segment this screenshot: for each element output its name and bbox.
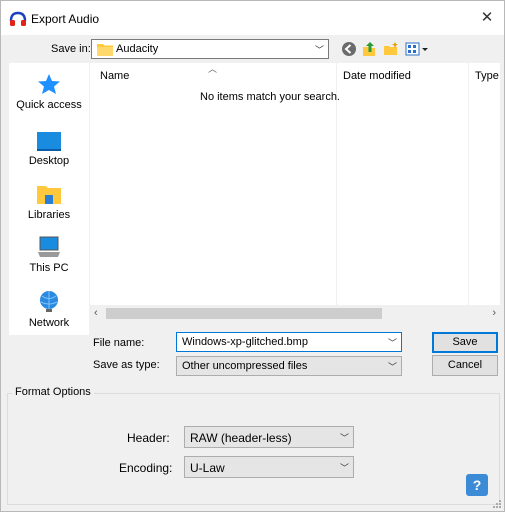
encoding-label: Encoding: [119, 461, 173, 475]
save-in-dropdown[interactable]: Audacity ﹀ [91, 39, 329, 59]
audacity-headphones-icon [9, 11, 27, 26]
place-label: This PC [29, 262, 69, 274]
place-label: Desktop [28, 155, 70, 167]
resize-grip-icon[interactable] [492, 499, 502, 509]
file-name-label: File name: [93, 337, 145, 349]
place-desktop[interactable]: Desktop [9, 131, 89, 167]
chevron-down-icon: ﹀ [314, 45, 324, 55]
new-folder-icon[interactable] [383, 41, 399, 57]
chevron-down-icon[interactable]: ﹀ [388, 336, 397, 349]
scroll-left-icon[interactable]: ‹ [94, 307, 98, 319]
places-bar: Quick access Desktop Libraries This PC N… [9, 63, 89, 335]
help-icon: ? [472, 477, 482, 493]
libraries-icon [37, 186, 61, 204]
chevron-down-icon: ﹀ [339, 433, 349, 443]
file-list[interactable]: Name ︿ Date modified Type No items match… [90, 63, 500, 322]
save-as-type-label: Save as type: [93, 359, 160, 371]
column-header-type[interactable]: Type [475, 70, 499, 82]
place-label: Network [28, 317, 70, 329]
save-as-type-dropdown[interactable]: Other uncompressed files ﹀ [176, 356, 402, 376]
quick-access-icon [38, 74, 60, 94]
scrollbar-thumb[interactable] [106, 308, 382, 319]
network-icon [40, 291, 58, 312]
empty-message: No items match your search. [200, 91, 340, 103]
format-options-group: Format Options Header: RAW (header-less)… [7, 386, 500, 505]
column-header-name[interactable]: Name [100, 70, 129, 82]
chevron-down-icon: ﹀ [339, 463, 349, 473]
file-name-input[interactable]: Windows-xp-glitched.bmp ﹀ [176, 332, 402, 352]
encoding-value: U-Law [190, 461, 225, 475]
file-name-value: Windows-xp-glitched.bmp [182, 336, 308, 348]
column-divider [468, 63, 469, 322]
desktop-icon [37, 132, 61, 151]
view-menu-icon[interactable] [405, 41, 429, 57]
header-dropdown[interactable]: RAW (header-less) ﹀ [184, 426, 354, 448]
place-quick-access[interactable]: Quick access [9, 73, 89, 111]
save-button[interactable]: Save [432, 332, 498, 353]
save-as-type-value: Other uncompressed files [182, 360, 308, 372]
save-in-label: Save in: [51, 43, 91, 55]
help-button[interactable]: ? [466, 474, 488, 496]
folder-icon [97, 44, 113, 56]
window-title: Export Audio [31, 12, 100, 26]
cancel-button[interactable]: Cancel [432, 355, 498, 376]
up-folder-icon[interactable] [361, 41, 377, 57]
header-value: RAW (header-less) [190, 431, 292, 445]
sort-indicator-icon: ︿ [208, 64, 218, 74]
format-options-title: Format Options [12, 386, 94, 398]
place-label: Libraries [27, 209, 71, 221]
this-pc-icon [38, 236, 60, 257]
chevron-down-icon: ﹀ [387, 362, 397, 372]
place-this-pc[interactable]: This PC [9, 236, 89, 274]
place-network[interactable]: Network [9, 289, 89, 329]
save-in-value: Audacity [116, 43, 159, 55]
close-button[interactable]: ✕ [470, 1, 504, 35]
place-libraries[interactable]: Libraries [9, 183, 89, 221]
column-header-date-modified[interactable]: Date modified [343, 70, 411, 82]
scroll-right-icon[interactable]: › [492, 307, 496, 319]
export-audio-dialog: Export Audio ✕ Save in: Audacity ﹀ Quick… [0, 0, 505, 512]
encoding-dropdown[interactable]: U-Law ﹀ [184, 456, 354, 478]
horizontal-scrollbar[interactable]: ‹ › [90, 305, 500, 322]
place-label: Quick access [16, 99, 82, 111]
header-label: Header: [127, 431, 170, 445]
back-icon[interactable] [341, 41, 357, 57]
title-bar: Export Audio ✕ [1, 1, 504, 35]
